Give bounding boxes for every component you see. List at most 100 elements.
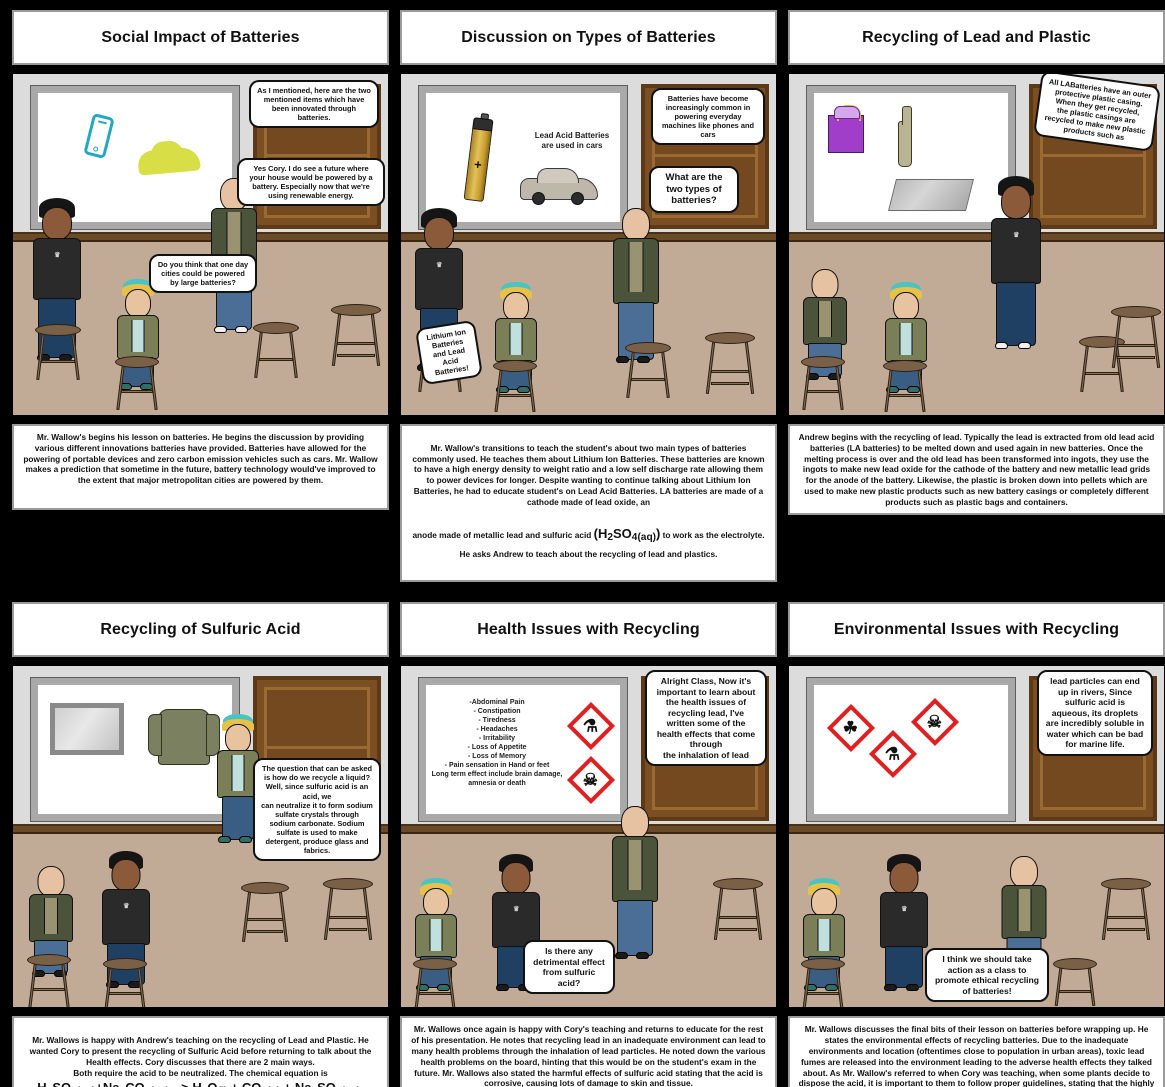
panel-2-teacher-bubble-2: What are the two types of batteries? (649, 166, 739, 213)
stool (1111, 306, 1161, 370)
panel-5: Health Issues with Recycling -Abdominal … (400, 602, 777, 1087)
panel-4-caption-part1: Mr. Wallows is happy with Andrew's teach… (29, 1035, 372, 1078)
environment-icon: ☘ (826, 704, 876, 753)
torso-jacket (613, 238, 659, 304)
shoe-right (1018, 342, 1031, 349)
panel-2-title-box: Discussion on Types of Batteries (400, 10, 777, 65)
head (811, 888, 837, 918)
torso (885, 318, 927, 362)
shoe-right (239, 836, 252, 844)
shoe-left (615, 952, 628, 960)
shoe-right (235, 326, 248, 333)
panel-1-teacher-bubble-2: Yes Cory. I do see a future where your h… (237, 158, 385, 207)
stool (241, 882, 289, 944)
stool (625, 342, 671, 400)
panel-4-title-box: Recycling of Sulfuric Acid (12, 602, 389, 658)
head (501, 862, 531, 895)
panel-4-student-bubble-1: The question that can be asked is how do… (253, 758, 381, 861)
stool (27, 954, 71, 1008)
skull-icon: ☠ (566, 756, 616, 805)
panel-3-scene: ♛ All LABatteries have an outer protecti… (788, 73, 1165, 416)
head (893, 292, 919, 321)
panel-6-caption: Mr. Wallows discusses the final bits of … (788, 1016, 1165, 1087)
whiteboard (30, 677, 240, 823)
stool (801, 356, 845, 412)
legs (996, 282, 1036, 346)
panel-2-caption-eq: (H2SO4(aq)) (593, 526, 661, 544)
shoe-left (884, 984, 897, 992)
panel-2-teacher-bubble-1: Batteries have become increasingly commo… (651, 88, 765, 146)
corrosive-icon: ⚗ (566, 702, 616, 751)
torso-jacket (803, 297, 847, 345)
torso-jacket (29, 894, 73, 943)
storyboard: Social Impact of Batteries ♛ As I mentio… (0, 0, 1165, 1087)
shoe-right (636, 952, 649, 960)
legs (885, 946, 923, 989)
stool (713, 878, 763, 942)
legs (617, 900, 653, 957)
panel-6-teacher-bubble-1: lead particles can end up in rivers, Sin… (1037, 670, 1153, 756)
head (423, 888, 449, 918)
head (37, 866, 65, 898)
panel-4-scene: ♛ The question that can be asked is how … (12, 665, 389, 1009)
panel-3-caption: Andrew begins with the recycling of lead… (788, 424, 1165, 516)
head (621, 806, 649, 840)
glass-pane-icon (888, 179, 974, 211)
head (503, 292, 529, 321)
head (1010, 856, 1038, 889)
stool (705, 332, 755, 396)
panel-4-title: Recycling of Sulfuric Acid (100, 621, 301, 639)
stool (883, 360, 927, 414)
head (622, 208, 650, 241)
head (125, 289, 151, 318)
torso: ♛ (991, 218, 1041, 284)
panel-6-student-bubble-1: I think we should take action as a class… (925, 948, 1049, 1003)
panel-4-caption: Mr. Wallows is happy with Andrew's teach… (12, 1016, 389, 1087)
torso (415, 914, 457, 959)
stool (253, 322, 299, 380)
shoe-left (218, 836, 231, 844)
shoe-right (906, 984, 919, 992)
wall-trim (789, 824, 1164, 835)
whiteboard: -Abdominal Pain - Constipation - Tiredne… (418, 677, 628, 823)
hoodie-logo: ♛ (513, 906, 519, 914)
panel-2-scene: + Lead Acid Batteries are used in cars ♛ (400, 73, 777, 416)
torso: ♛ (33, 238, 81, 300)
bottle-icon (898, 106, 912, 167)
panel-1-scene: ♛ As I mentioned, here are the two menti… (12, 73, 389, 416)
panel-3-title: Recycling of Lead and Plastic (862, 28, 1091, 46)
stool (323, 878, 373, 942)
panel-6-title: Environmental Issues with Recycling (833, 621, 1120, 639)
panel-2-caption-equation-line: anode made of metallic lead and sulfuric… (410, 509, 767, 561)
hoodie-logo: ♛ (436, 262, 442, 269)
jacket-icon (148, 709, 220, 766)
corrosive-icon: ⚗ (868, 730, 918, 779)
panel-5-teacher-bubble-1: Alright Class, Now it's important to lea… (645, 670, 767, 767)
head (889, 862, 919, 895)
hoodie-logo: ♛ (54, 252, 60, 259)
panel-2-caption: Mr. Wallow's transitions to teach the st… (400, 424, 777, 583)
head (424, 217, 454, 250)
panel-2: Discussion on Types of Batteries + Lead … (400, 10, 777, 583)
stool (1053, 958, 1097, 1007)
torso: ♛ (415, 248, 463, 310)
head (811, 269, 839, 300)
storyboard-row-2: Recycling of Sulfuric Acid ♛ The questio… (12, 602, 1165, 1087)
panel-5-title-box: Health Issues with Recycling (400, 602, 777, 658)
head (42, 207, 72, 240)
panel-1-title: Social Impact of Batteries (101, 28, 300, 46)
stool (493, 360, 537, 414)
stool (35, 324, 81, 382)
torso (803, 914, 845, 959)
panel-2-title: Discussion on Types of Batteries (461, 28, 716, 46)
head (225, 724, 251, 754)
panel-2-student-bubble-1: Lithium Ion Batteries and Lead Acid Batt… (414, 319, 484, 386)
grey-car-icon (520, 168, 598, 205)
torso: ♛ (102, 889, 150, 946)
panel-4: Recycling of Sulfuric Acid ♛ The questio… (12, 602, 389, 1087)
panel-3: Recycling of Lead and Plastic ♛ All LABa… (788, 10, 1165, 582)
panel-2-caption-part1: Mr. Wallow's transitions to teach the st… (412, 442, 765, 507)
stool (115, 356, 159, 412)
torso (495, 318, 537, 362)
panel-3-title-box: Recycling of Lead and Plastic (788, 10, 1165, 65)
